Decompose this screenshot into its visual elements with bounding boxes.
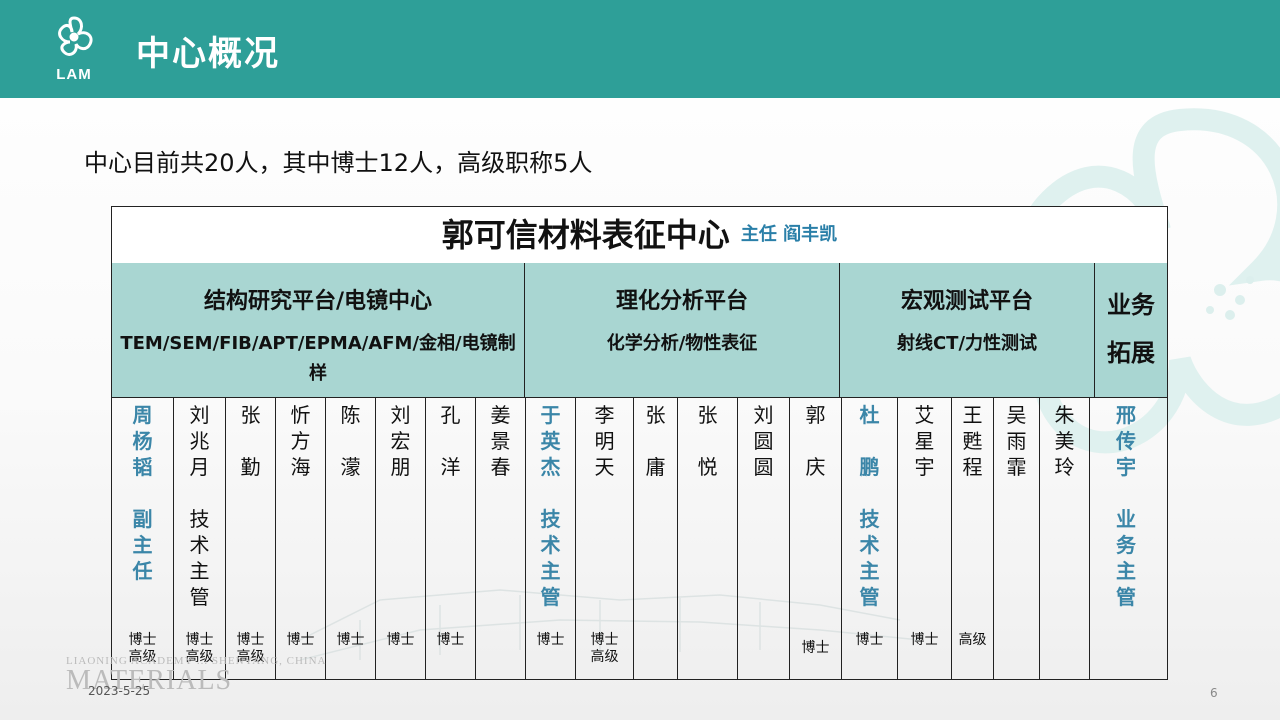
member-column: 刘 宏 朋博士 — [376, 398, 426, 680]
member-name: 陈 濛 — [340, 403, 361, 479]
member-role: 副 主 任 — [132, 507, 153, 583]
member-name: 姜 景 春 — [490, 403, 511, 479]
member-column: 艾 星 宇博士 — [898, 398, 952, 680]
member-degree: 博士 — [855, 632, 884, 648]
center-title-row: 郭可信材料表征中心 主任 阎丰凯 — [112, 207, 1167, 264]
org-chart: 郭可信材料表征中心 主任 阎丰凯 结构研究平台/电镜中心 TEM/SEM/FIB… — [111, 206, 1168, 680]
member-name: 李 明 天 — [594, 403, 615, 479]
logo-text: LAM — [56, 66, 92, 83]
member-name: 孔 洋 — [440, 403, 461, 479]
member-name: 王 甦 程 — [962, 403, 983, 479]
platform-macro: 宏观测试平台 射线CT/力性测试 — [840, 263, 1095, 398]
member-role: 技 术 主 管 — [189, 507, 210, 609]
member-degree: 博士 — [286, 632, 315, 648]
member-degree: 博士 — [536, 632, 565, 648]
platform-desc: 射线CT/力性测试 — [896, 333, 1038, 354]
member-column: 朱 美 玲 — [1040, 398, 1090, 680]
member-role: 技 术 主 管 — [859, 507, 880, 609]
lam-logo: LAM — [48, 14, 100, 84]
member-name: 刘 兆 月 — [189, 403, 210, 479]
member-column: 杜 鹏技 术 主 管博士 — [842, 398, 898, 680]
member-column: 王 甦 程高级 — [952, 398, 994, 680]
member-column: 刘 圆 圆 — [738, 398, 790, 680]
member-name: 艾 星 宇 — [914, 403, 935, 479]
page-title: 中心概况 — [136, 34, 280, 74]
member-name: 朱 美 玲 — [1054, 403, 1075, 479]
member-name: 刘 圆 圆 — [753, 403, 774, 479]
platform-business: 业务拓展 — [1095, 263, 1167, 398]
member-column: 周 杨 韬副 主 任博士 高级 — [112, 398, 174, 680]
member-column: 吴 雨 霏 — [994, 398, 1040, 680]
member-column: 张 勤博士 高级 — [226, 398, 276, 680]
member-column: 郭 庆博士 — [790, 398, 842, 680]
member-name: 忻 方 海 — [290, 403, 311, 479]
member-name: 郭 庆 — [805, 403, 826, 479]
member-column: 姜 景 春 — [476, 398, 526, 680]
platform-structure: 结构研究平台/电镜中心 TEM/SEM/FIB/APT/EPMA/AFM/金相/… — [112, 263, 525, 398]
member-column: 邢 传 宇业 务 主 管 — [1090, 398, 1162, 680]
center-name: 郭可信材料表征中心 — [441, 216, 730, 254]
member-column: 张 庸 — [634, 398, 678, 680]
member-column: 孔 洋博士 — [426, 398, 476, 680]
platform-desc: TEM/SEM/FIB/APT/EPMA/AFM/金相/电镜制样 — [120, 333, 516, 384]
member-name: 张 勤 — [240, 403, 261, 479]
member-name: 张 悦 — [697, 403, 718, 479]
center-director: 主任 阎丰凯 — [740, 224, 838, 245]
flower-logo-icon — [58, 16, 93, 56]
member-name: 吴 雨 霏 — [1006, 403, 1027, 479]
platform-name: 结构研究平台/电镜中心 — [203, 289, 433, 314]
platform-desc: 化学分析/物性表征 — [606, 333, 758, 354]
footer-date: 2023-5-25 — [88, 684, 151, 698]
member-degree: 博士 — [436, 632, 465, 648]
member-name: 于 英 杰 — [540, 403, 561, 479]
platform-name: 理化分析平台 — [615, 289, 748, 314]
member-name: 杜 鹏 — [859, 403, 880, 479]
platform-name: 业务拓展 — [1107, 291, 1155, 367]
member-degree: 博士 — [801, 640, 830, 656]
member-name: 周 杨 韬 — [132, 403, 153, 479]
member-name: 刘 宏 朋 — [390, 403, 411, 479]
member-name: 张 庸 — [645, 403, 666, 479]
page-number: 6 — [1210, 686, 1218, 700]
member-column: 忻 方 海博士 — [276, 398, 326, 680]
member-degree: 博士 — [336, 632, 365, 648]
member-column: 刘 兆 月技 术 主 管博士 高级 — [174, 398, 226, 680]
member-degree: 博士 — [910, 632, 939, 648]
platform-name: 宏观测试平台 — [900, 289, 1033, 314]
member-column: 陈 濛博士 — [326, 398, 376, 680]
summary-text: 中心目前共20人，其中博士12人，高级职称5人 — [84, 149, 593, 177]
header-bar: LAM 中心概况 — [0, 0, 1280, 98]
member-role: 技 术 主 管 — [540, 507, 561, 609]
member-name: 邢 传 宇 — [1116, 403, 1136, 479]
member-column: 李 明 天博士 高级 — [576, 398, 634, 680]
member-column: 张 悦 — [678, 398, 738, 680]
member-degree: 博士 高级 — [590, 632, 619, 665]
member-degree: 高级 — [958, 632, 987, 648]
member-degree: 博士 — [386, 632, 415, 648]
member-role: 业 务 主 管 — [1116, 507, 1136, 609]
member-column: 于 英 杰技 术 主 管博士 — [526, 398, 576, 680]
platform-physchem: 理化分析平台 化学分析/物性表征 — [525, 263, 840, 398]
